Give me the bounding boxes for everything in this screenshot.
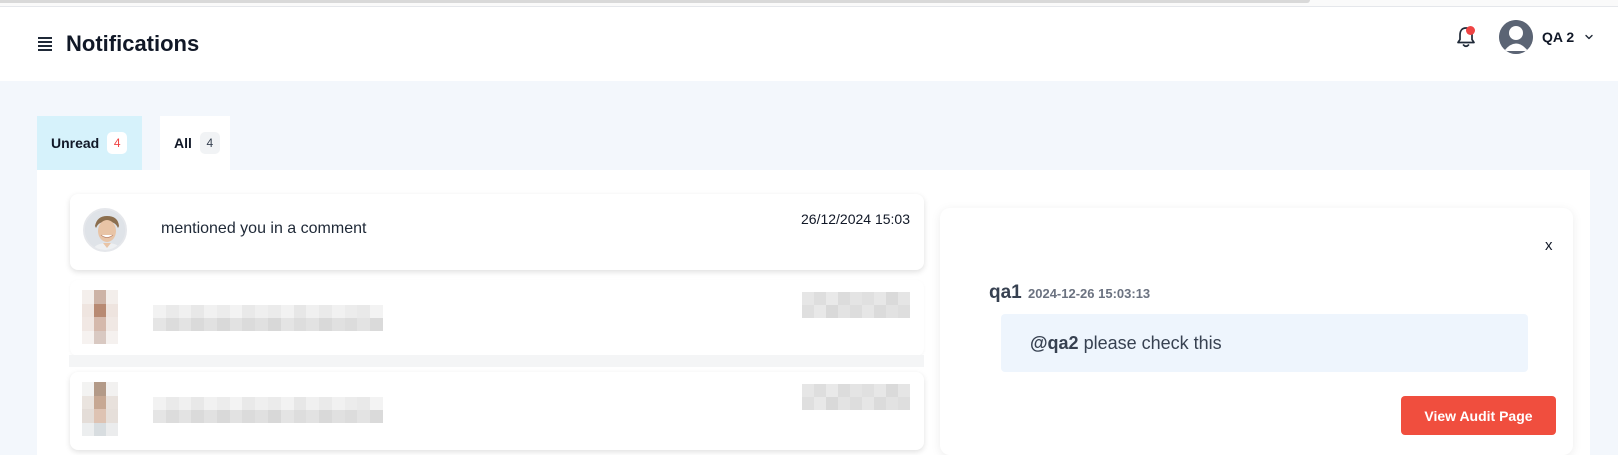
close-button[interactable]: x (1545, 237, 1553, 254)
user-avatar[interactable] (1499, 20, 1533, 54)
tab-unread[interactable]: Unread 4 (37, 116, 142, 170)
comment-timestamp: 2024-12-26 15:03:13 (1028, 286, 1151, 301)
notification-time: 26/12/2024 15:03 (801, 211, 910, 227)
notification-item[interactable] (70, 372, 924, 450)
browser-top-strip (0, 0, 1618, 7)
blurred-text (153, 397, 383, 423)
tab-all[interactable]: All 4 (160, 116, 230, 170)
blurred-time (802, 384, 910, 410)
notification-item[interactable]: mentioned you in a comment 26/12/2024 15… (70, 194, 924, 270)
comment-author: qa1 (989, 282, 1022, 303)
tab-label: Unread (51, 135, 100, 151)
mention-tag[interactable]: @qa2 (1030, 333, 1079, 353)
view-audit-page-button[interactable]: View Audit Page (1401, 396, 1556, 435)
chevron-down-icon[interactable] (1584, 32, 1594, 42)
comment-box: @qa2 please check this (1001, 314, 1528, 372)
menu-icon[interactable] (38, 37, 52, 51)
blurred-avatar (82, 382, 118, 436)
unread-count-badge: 4 (107, 132, 128, 154)
blurred-text (153, 305, 383, 331)
list-divider (69, 355, 924, 367)
notification-text: mentioned you in a comment (161, 220, 367, 237)
blurred-avatar (82, 290, 118, 344)
page-title: Notifications (66, 31, 200, 56)
comment-message: please check this (1078, 333, 1222, 353)
tab-label: All (174, 135, 192, 151)
comment-text: @qa2 please check this (1030, 333, 1222, 354)
avatar (83, 208, 127, 252)
blurred-time (802, 292, 910, 318)
user-name[interactable]: QA 2 (1542, 29, 1574, 45)
notification-dot (1466, 26, 1475, 35)
all-count-badge: 4 (199, 132, 220, 154)
horizontal-scrollbar[interactable] (0, 0, 1310, 3)
notification-item[interactable] (70, 280, 924, 356)
app-header: Notifications (0, 7, 1618, 81)
